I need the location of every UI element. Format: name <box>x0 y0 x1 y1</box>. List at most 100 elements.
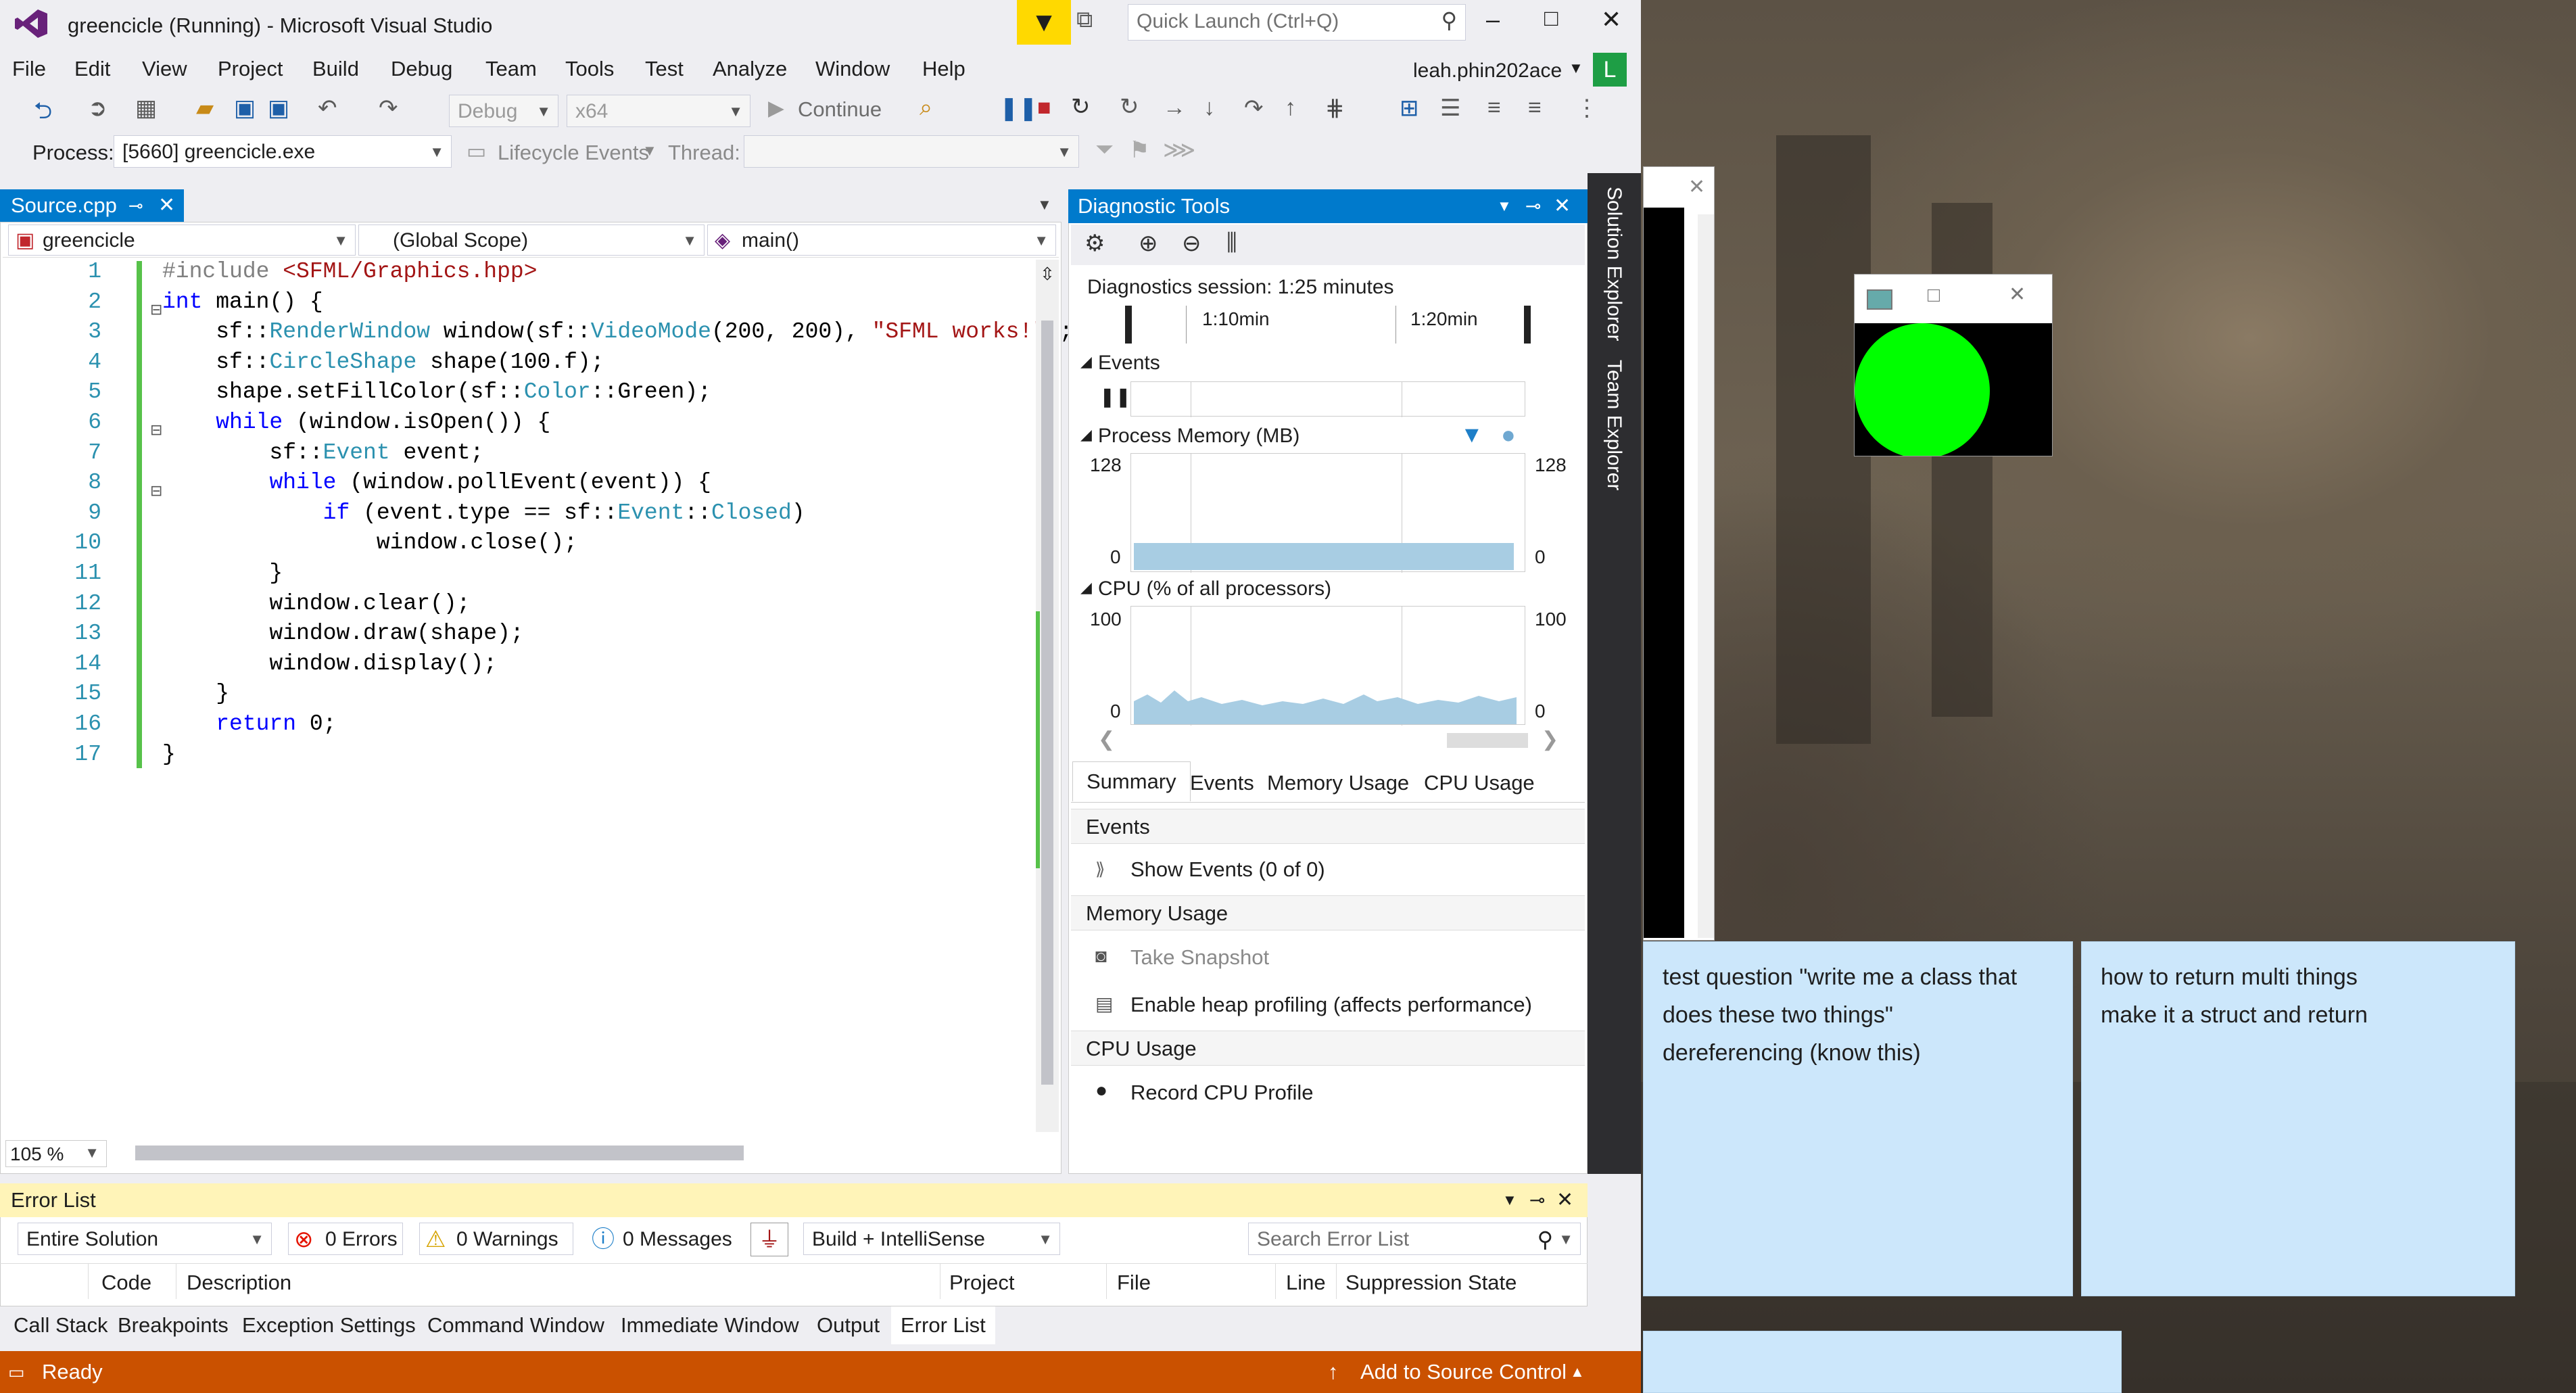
errors-filter[interactable]: ⊗ 0 Errors <box>288 1223 403 1255</box>
menu-edit[interactable]: Edit <box>74 57 110 81</box>
pin-icon[interactable]: ⊸ <box>1525 189 1541 223</box>
tab-output[interactable]: Output <box>817 1313 880 1338</box>
collapse-icon[interactable]: ◢ <box>1080 426 1092 444</box>
step-out-icon[interactable]: ↑ <box>1285 95 1296 121</box>
maximize-icon[interactable]: □ <box>1928 284 1940 307</box>
error-search-input[interactable]: Search Error List ⚲ ▼ <box>1248 1223 1581 1255</box>
close-icon[interactable]: ✕ <box>158 189 175 222</box>
build-filter[interactable]: Build + IntelliSense ▼ <box>803 1223 1060 1255</box>
collapse-icon[interactable]: ◢ <box>1080 353 1092 371</box>
column-file[interactable]: File <box>1117 1271 1151 1295</box>
tab-memory-usage[interactable]: Memory Usage <box>1267 771 1409 795</box>
step-over2-icon[interactable]: ↷ <box>1244 95 1264 122</box>
user-name[interactable]: leah.phin202ace <box>1413 60 1562 82</box>
heap-profiling-toggle[interactable]: Enable heap profiling (affects performan… <box>1130 993 1532 1017</box>
comment-icon[interactable]: ☰ <box>1440 95 1460 122</box>
close-button[interactable]: ✕ <box>1601 5 1621 34</box>
chevron-up-icon[interactable]: ▲ <box>1570 1351 1585 1393</box>
timeline-ruler[interactable]: 1:10min 1:20min <box>1125 306 1531 344</box>
step-into-icon[interactable]: ↓ <box>1203 95 1215 121</box>
stop-icon[interactable]: ■ <box>1037 95 1051 121</box>
menu-view[interactable]: View <box>142 57 187 81</box>
stack-icon[interactable]: ⋙ <box>1163 137 1195 164</box>
chevron-down-icon[interactable]: ▼ <box>1502 1183 1517 1217</box>
tab-error-list[interactable]: Error List <box>891 1306 995 1344</box>
minimize-button[interactable]: – <box>1486 5 1500 34</box>
tab-call-stack[interactable]: Call Stack <box>14 1313 108 1338</box>
sticky-note-1[interactable]: test question "write me a class that doe… <box>1643 941 2073 1296</box>
overflow-icon[interactable]: ⋮ <box>1575 95 1598 122</box>
project-combo[interactable]: ▣ greencicle ▼ <box>8 225 356 256</box>
column-suppression[interactable]: Suppression State <box>1345 1271 1517 1295</box>
take-snapshot-button[interactable]: Take Snapshot <box>1130 945 1269 970</box>
chevron-down-icon[interactable]: ▼ <box>1569 60 1583 77</box>
sticky-note-2[interactable]: how to return multi things make it a str… <box>2081 941 2515 1296</box>
chevron-down-icon[interactable]: ▼ <box>642 142 657 160</box>
tab-immediate-window[interactable]: Immediate Window <box>621 1313 799 1338</box>
indent-icon[interactable]: ≡ <box>1487 95 1501 121</box>
close-icon[interactable]: ✕ <box>1556 1183 1573 1217</box>
feedback-filter-icon[interactable]: ▼ <box>1017 0 1071 45</box>
undo-icon[interactable]: ↶ <box>318 95 337 122</box>
chevron-left-icon[interactable]: ❮ <box>1098 728 1115 751</box>
tab-command-window[interactable]: Command Window <box>427 1313 604 1338</box>
lifecycle-events[interactable]: Lifecycle Events <box>498 141 649 165</box>
redo-icon[interactable]: ↷ <box>379 95 398 122</box>
pin-icon[interactable]: ⊸ <box>128 189 143 222</box>
column-project[interactable]: Project <box>949 1271 1014 1295</box>
filter-icon[interactable]: ⏚ <box>750 1223 788 1256</box>
tab-exception-settings[interactable]: Exception Settings <box>242 1313 416 1338</box>
zoom-in-icon[interactable]: ⊕ <box>1139 230 1158 257</box>
platform-combo[interactable]: x64 ▼ <box>567 95 750 127</box>
continue-button[interactable]: Continue <box>798 97 882 122</box>
pause-icon[interactable]: ❚❚ <box>1099 385 1131 408</box>
find-icon[interactable]: ⌕ <box>920 95 932 121</box>
thread-combo[interactable]: ▼ <box>744 135 1079 168</box>
tab-summary[interactable]: Summary <box>1072 761 1191 801</box>
chevron-right-icon[interactable]: ❯ <box>1542 728 1558 751</box>
sfml-titlebar[interactable]: □ ✕ <box>1855 275 2052 323</box>
show-next-icon[interactable]: → <box>1163 95 1186 121</box>
record-cpu-button[interactable]: Record CPU Profile <box>1130 1081 1313 1105</box>
tab-overflow-icon[interactable]: ▼ <box>1037 196 1052 214</box>
scope-combo[interactable]: (Global Scope) ▼ <box>358 225 705 256</box>
split-icon[interactable]: ⇳ <box>1036 264 1059 285</box>
menu-tools[interactable]: Tools <box>565 57 614 81</box>
flag-icon[interactable]: ⚑ <box>1129 137 1149 164</box>
maximize-button[interactable]: □ <box>1544 5 1558 32</box>
menu-window[interactable]: Window <box>815 57 890 81</box>
settings-icon[interactable]: ⚙ <box>1084 230 1105 257</box>
zoom-combo[interactable]: 105 % ▼ <box>5 1140 107 1167</box>
column-code[interactable]: Code <box>101 1271 151 1295</box>
menu-file[interactable]: File <box>12 57 46 81</box>
save-all-icon[interactable]: ▣ <box>268 95 289 122</box>
tab-cpu-usage[interactable]: CPU Usage <box>1424 771 1535 795</box>
scroll-thumb[interactable] <box>1447 733 1528 748</box>
add-to-source-control[interactable]: Add to Source Control <box>1360 1351 1567 1393</box>
close-icon[interactable]: ✕ <box>1554 189 1571 223</box>
member-combo[interactable]: ◈ main() ▼ <box>707 225 1056 256</box>
lifecycle-icon[interactable]: ▭ <box>467 139 486 164</box>
pin-icon[interactable]: ⊸ <box>1529 1183 1545 1217</box>
warnings-filter[interactable]: ⚠ 0 Warnings <box>419 1223 573 1255</box>
column-description[interactable]: Description <box>187 1271 291 1295</box>
open-folder-icon[interactable]: ▰ <box>196 95 214 122</box>
collapse-icon[interactable]: ◢ <box>1080 579 1092 596</box>
new-project-icon[interactable]: ▦ <box>135 95 157 122</box>
timeline-scrollbar[interactable]: ❮ ❯ <box>1082 728 1562 751</box>
menu-build[interactable]: Build <box>312 57 359 81</box>
step-over-icon[interactable]: ↻ <box>1120 93 1139 120</box>
back-icon[interactable]: ⮌ <box>34 95 52 133</box>
chart-icon[interactable]: ⫼ <box>1226 230 1237 256</box>
menu-analyze[interactable]: Analyze <box>713 57 787 81</box>
threads-icon[interactable]: ⊞ <box>1400 95 1419 122</box>
menu-debug[interactable]: Debug <box>391 57 452 81</box>
forward-icon[interactable]: ➲ <box>88 95 108 122</box>
outline-toggles[interactable]: ⊟ ⊟ ⊟ <box>150 295 162 506</box>
zoom-out-icon[interactable]: ⊖ <box>1182 230 1201 257</box>
pause-icon[interactable]: ❚❚ <box>999 95 1038 122</box>
sfml-window[interactable]: □ ✕ <box>1854 274 2053 456</box>
menu-project[interactable]: Project <box>218 57 283 81</box>
console-window[interactable]: ✕ <box>1643 166 1715 941</box>
tab-source-cpp[interactable]: Source.cpp ⊸ ✕ <box>0 189 184 222</box>
